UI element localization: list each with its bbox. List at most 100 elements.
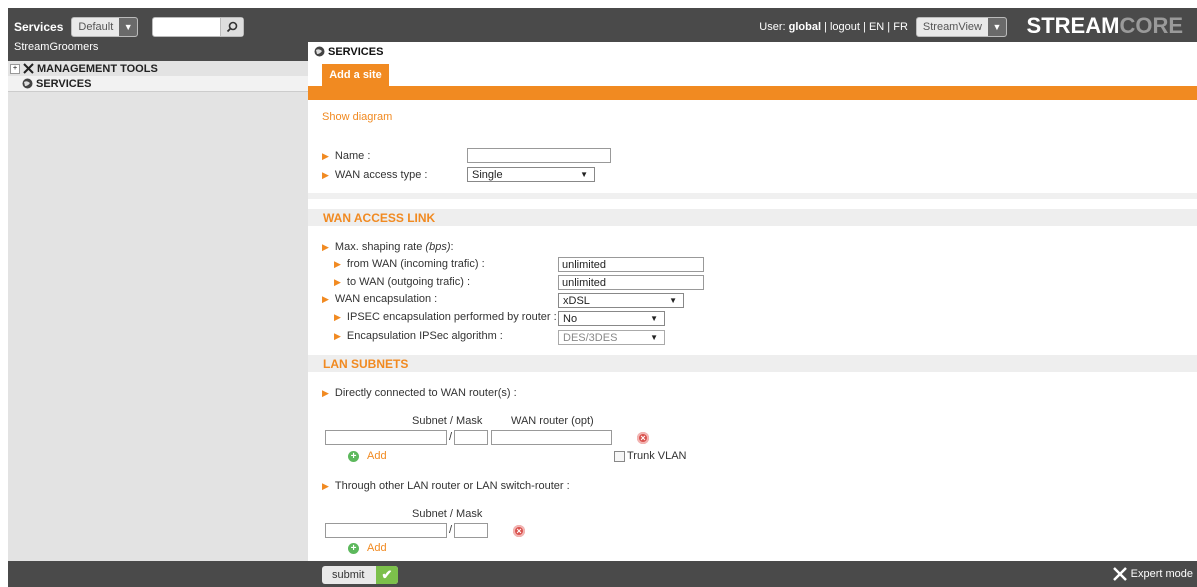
wan-encap-value: xDSL (563, 294, 590, 307)
ipsec-algo-select[interactable]: DES/3DES ▼ (558, 330, 665, 345)
bullet-icon: ▶ (334, 330, 341, 341)
search-icon[interactable] (220, 18, 244, 36)
chevron-down-icon: ▼ (669, 296, 677, 305)
sidebar-item-label: MANAGEMENT TOOLS (37, 62, 158, 75)
max-shaping-row: ▶ Max. shaping rate (bps) : (322, 241, 454, 253)
through-router-row: ▶ Through other LAN router or LAN switch-… (322, 480, 570, 492)
subnet-input-2[interactable] (325, 523, 447, 538)
orange-divider (308, 86, 1197, 100)
lang-en-link[interactable]: EN (869, 21, 884, 33)
wan-access-type-row: ▶ WAN access type : (322, 169, 427, 181)
ipsec-label: IPSEC encapsulation performed by router … (346, 311, 557, 323)
wan-access-type-label: WAN access type : (334, 169, 428, 181)
expert-mode-label: Expert mode (1130, 568, 1193, 580)
bullet-icon: ▶ (322, 293, 329, 304)
add-subnet-button-2[interactable]: + Add (348, 542, 387, 554)
logout-link[interactable]: logout (830, 21, 860, 33)
from-wan-label: from WAN (incoming trafic) : (346, 258, 485, 270)
ipsec-algo-label: Encapsulation IPSec algorithm : (346, 330, 503, 342)
name-label: Name : (334, 150, 371, 162)
chevron-down-icon: ▼ (650, 314, 658, 323)
logo: STREAMCORE (1027, 13, 1183, 39)
add-icon: + (348, 542, 359, 554)
chevron-down-icon: ▼ (988, 18, 1006, 36)
submit-button[interactable]: submit ✔ (322, 566, 398, 584)
trunk-vlan-checkbox[interactable]: Trunk VLAN (614, 450, 687, 462)
search-input[interactable] (152, 17, 245, 37)
to-wan-label: to WAN (outgoing trafic) : (346, 276, 471, 288)
from-wan-input[interactable]: unlimited (558, 257, 704, 272)
to-wan-row: ▶ to WAN (outgoing trafic) : (334, 276, 470, 288)
user-bar: User: global | logout | EN | FR StreamVi… (759, 17, 1007, 37)
mask-input-2[interactable] (454, 523, 488, 538)
tools-icon (1112, 567, 1127, 581)
sidebar-item-services[interactable]: SERVICES (8, 76, 308, 92)
delete-icon[interactable]: × (637, 432, 649, 444)
view-select[interactable]: StreamView ▼ (915, 17, 1007, 37)
user-name: global (788, 21, 821, 33)
app-label: Services (14, 20, 64, 34)
bullet-icon: ▶ (322, 387, 329, 398)
lang-fr-link[interactable]: FR (893, 21, 908, 33)
from-wan-row: ▶ from WAN (incoming trafic) : (334, 258, 485, 270)
ipsec-algo-value: DES/3DES (563, 331, 618, 344)
slash: / (449, 431, 453, 443)
expert-mode-button[interactable]: Expert mode (1112, 567, 1193, 581)
bullet-icon: ▶ (322, 241, 329, 252)
sidebar: + MANAGEMENT TOOLS SERVICES (8, 61, 308, 561)
ipsec-algo-row: ▶ Encapsulation IPSec algorithm : (334, 330, 503, 342)
tab-services[interactable]: SERVICES (308, 42, 1022, 61)
subnet-input[interactable] (325, 430, 447, 445)
logo-main: STREAM (1026, 13, 1120, 38)
globe-icon (22, 78, 33, 89)
sidebar-item-management-tools[interactable]: + MANAGEMENT TOOLS (8, 61, 308, 76)
top-bar: Services Default ▼ User: global | logout… (8, 8, 1197, 40)
tab-services-label: SERVICES (328, 45, 384, 58)
wan-router-input[interactable] (491, 430, 612, 445)
add-label: Add (367, 542, 387, 554)
top-bar-left: Services Default ▼ (14, 17, 245, 37)
show-diagram-link[interactable]: Show diagram (322, 111, 392, 123)
main-content: SERVICES Add a site Show diagram ▶ Name :… (308, 42, 1197, 561)
bullet-icon: ▶ (322, 169, 329, 180)
profile-select-value: Default (78, 21, 114, 33)
max-shaping-colon: : (450, 241, 454, 253)
chevron-down-icon: ▼ (580, 170, 588, 179)
add-icon: + (348, 450, 359, 462)
logo-accent: CORE (1119, 13, 1183, 38)
submit-label: submit (332, 569, 365, 581)
mask-input[interactable] (454, 430, 488, 445)
wan-access-type-value: Single (472, 168, 503, 181)
chevron-down-icon: ▼ (119, 18, 138, 36)
wan-router-header: WAN router (opt) (511, 415, 594, 427)
name-input[interactable] (467, 148, 611, 163)
slash-2: / (449, 524, 453, 536)
wan-access-link-header: WAN ACCESS LINK (308, 209, 1197, 226)
add-subnet-button[interactable]: + Add (348, 450, 387, 462)
ipsec-select[interactable]: No ▼ (558, 311, 665, 326)
lan-subnets-header: LAN SUBNETS (308, 355, 1197, 372)
bullet-icon: ▶ (322, 150, 329, 161)
bottom-bar: submit ✔ Expert mode (8, 561, 1197, 587)
wan-encap-select[interactable]: xDSL ▼ (558, 293, 684, 308)
direct-connected-row: ▶ Directly connected to WAN router(s) : (322, 387, 517, 399)
profile-select[interactable]: Default ▼ (71, 17, 139, 37)
wan-encap-row: ▶ WAN encapsulation : (322, 293, 437, 305)
wan-encap-label: WAN encapsulation : (334, 293, 438, 305)
bullet-icon: ▶ (322, 480, 329, 491)
to-wan-input[interactable]: unlimited (558, 275, 704, 290)
check-icon: ✔ (376, 566, 398, 584)
subnet-mask-header-2: Subnet / Mask (412, 508, 483, 520)
subnet-mask-header: Subnet / Mask (412, 415, 483, 427)
expand-icon[interactable]: + (10, 63, 20, 74)
bullet-icon: ▶ (334, 311, 341, 322)
ipsec-value: No (563, 312, 578, 325)
tab-add-site[interactable]: Add a site (322, 64, 389, 86)
delete-icon[interactable]: × (513, 525, 525, 537)
add-label: Add (367, 450, 387, 462)
checkbox-icon[interactable] (614, 450, 625, 462)
bullet-icon: ▶ (334, 258, 341, 269)
max-shaping-label: Max. shaping rate (334, 241, 423, 253)
wan-access-type-select[interactable]: Single ▼ (467, 167, 595, 182)
direct-connected-label: Directly connected to WAN router(s) : (334, 387, 517, 399)
